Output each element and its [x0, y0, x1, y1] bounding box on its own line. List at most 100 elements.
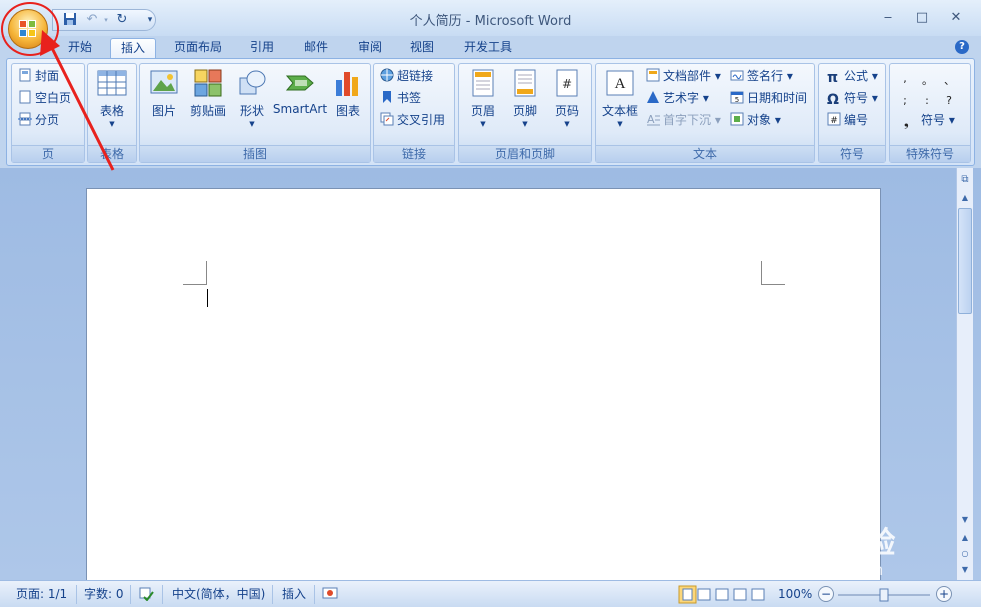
help-icon[interactable]: ? [955, 40, 969, 54]
group-label-tables: 表格 [88, 145, 136, 162]
language-indicator[interactable]: 中文(简体，中国) [172, 585, 265, 604]
browse-object-icon[interactable]: ○ [957, 546, 973, 562]
zoom-out-button[interactable]: − [818, 586, 834, 602]
bookmark-button[interactable]: 书签 [380, 88, 421, 108]
scroll-down-icon[interactable]: ▼ [957, 512, 973, 528]
group-illustrations: 图片 剪贴画 形状 ▼ SmartArt 图表 插图 [139, 63, 371, 163]
more-symbols-button[interactable]: ❟ 符号 ▾ [904, 110, 955, 130]
page-number-button[interactable]: # 页码 ▼ [547, 68, 587, 142]
symbol-question[interactable]: ? [944, 94, 954, 107]
tab-page-layout[interactable]: 页面布局 [166, 38, 230, 59]
next-page-icon[interactable]: ▼ [957, 562, 973, 578]
symbol-semicolon[interactable]: ; [900, 94, 910, 107]
crop-mark-top-right [761, 261, 785, 285]
tab-references[interactable]: 引用 [242, 38, 282, 59]
customize-qat-icon[interactable]: ▾ [141, 12, 159, 28]
group-pages: 封面 空白页 分页 页 [11, 63, 85, 163]
redo-icon[interactable]: ↻ [113, 12, 131, 28]
wordart-button[interactable]: 艺术字 ▾ [646, 88, 709, 108]
group-links: 超链接 书签 交叉引用 链接 [373, 63, 455, 163]
drop-cap-icon: A [646, 112, 660, 126]
vertical-scrollbar[interactable]: ⧉ ▲ ▼ ▲ ○ ▼ [956, 168, 973, 580]
text-box-button[interactable]: A 文本框 ▼ [598, 68, 642, 142]
macro-record-icon[interactable] [322, 585, 338, 604]
annotation-circle [1, 2, 59, 56]
text-box-icon: A [605, 68, 635, 98]
header-button[interactable]: 页眉 ▼ [463, 68, 503, 142]
dropdown-arrow-icon: ▼ [480, 120, 486, 128]
numbering-button[interactable]: # 编号 [827, 110, 868, 130]
calendar-icon: 5 [730, 90, 744, 104]
smartart-button[interactable]: SmartArt [272, 68, 328, 142]
symbol-comma[interactable]: , [900, 72, 910, 85]
zoom-slider[interactable] [836, 585, 932, 604]
scroll-thumb[interactable] [958, 208, 972, 314]
quick-parts-icon [646, 68, 660, 82]
cross-reference-button[interactable]: 交叉引用 [380, 110, 445, 130]
dropdown-arrow-icon: ▼ [109, 120, 115, 128]
quick-access-toolbar: ↶ ▾ ↻ ▾ [52, 9, 156, 31]
group-label-special-symbols: 特殊符号 [890, 145, 970, 162]
blank-page-button[interactable]: 空白页 [18, 88, 71, 108]
tab-insert[interactable]: 插入 [110, 38, 156, 59]
tab-review[interactable]: 审阅 [350, 38, 390, 59]
cover-page-button[interactable]: 封面 [18, 66, 59, 86]
tab-mailings[interactable]: 邮件 [296, 38, 336, 59]
bookmark-icon [380, 90, 394, 104]
page-number-icon: # [552, 68, 582, 98]
page-count[interactable]: 页面: 1/1 [16, 585, 67, 604]
save-icon[interactable] [61, 12, 79, 28]
page-break-icon [18, 112, 32, 126]
group-header-footer: 页眉 ▼ 页脚 ▼ # 页码 ▼ 页眉和页脚 [458, 63, 592, 163]
group-label-illustrations: 插图 [140, 145, 370, 162]
group-tables: 表格 ▼ 表格 [87, 63, 137, 163]
blank-page-icon [18, 90, 32, 104]
insert-mode[interactable]: 插入 [282, 585, 306, 604]
omega-icon: Ω [827, 92, 839, 108]
wordart-icon [646, 90, 660, 104]
zoom-in-button[interactable]: + [936, 586, 952, 602]
picture-button[interactable]: 图片 [144, 68, 184, 142]
symbol-enumeration-comma[interactable]: 、 [944, 72, 955, 88]
shapes-button[interactable]: 形状 ▼ [232, 68, 272, 142]
drop-cap-button[interactable]: A 首字下沉 ▾ [646, 110, 721, 130]
svg-text:#: # [562, 77, 572, 91]
word-count[interactable]: 字数: 0 [84, 585, 124, 604]
tab-developer[interactable]: 开发工具 [456, 38, 520, 59]
close-button[interactable]: ✕ [941, 6, 971, 30]
previous-page-icon[interactable]: ▲ [957, 530, 973, 546]
proofing-icon[interactable] [138, 585, 154, 604]
group-label-text: 文本 [596, 145, 814, 162]
ruler-toggle-icon[interactable]: ⧉ [957, 172, 973, 188]
maximize-button[interactable]: □ [907, 6, 937, 30]
tab-view[interactable]: 视图 [402, 38, 442, 59]
date-time-button[interactable]: 5 日期和时间 [730, 88, 807, 108]
cross-reference-icon [380, 112, 394, 126]
picture-icon [149, 68, 179, 98]
object-button[interactable]: 对象 ▾ [730, 110, 781, 130]
status-divider [162, 585, 163, 604]
chart-button[interactable]: 图表 [330, 68, 366, 142]
smartart-icon [285, 68, 315, 98]
footer-button[interactable]: 页脚 ▼ [505, 68, 545, 142]
equation-button[interactable]: π 公式 ▾ [827, 66, 878, 86]
page-break-button[interactable]: 分页 [18, 110, 59, 130]
tab-home[interactable]: 开始 [60, 38, 100, 59]
table-button[interactable]: 表格 ▼ [92, 68, 132, 142]
symbol-period[interactable]: 。 [922, 72, 933, 88]
symbol-colon[interactable]: : [922, 94, 932, 107]
svg-text:5: 5 [735, 96, 739, 104]
status-divider [130, 585, 131, 604]
minimize-button[interactable]: ‒ [873, 6, 903, 30]
quick-parts-button[interactable]: 文档部件 ▾ [646, 66, 721, 86]
zoom-level[interactable]: 100% [778, 585, 812, 604]
document-page[interactable] [86, 188, 881, 588]
scroll-up-icon[interactable]: ▲ [957, 190, 973, 206]
signature-line-button[interactable]: 签名行 ▾ [730, 66, 793, 86]
hyperlink-button[interactable]: 超链接 [380, 66, 433, 86]
clip-art-button[interactable]: 剪贴画 [186, 68, 230, 142]
status-divider [272, 585, 273, 604]
text-cursor [207, 289, 208, 307]
svg-text:A: A [615, 76, 626, 92]
symbol-button[interactable]: Ω 符号 ▾ [827, 88, 878, 108]
